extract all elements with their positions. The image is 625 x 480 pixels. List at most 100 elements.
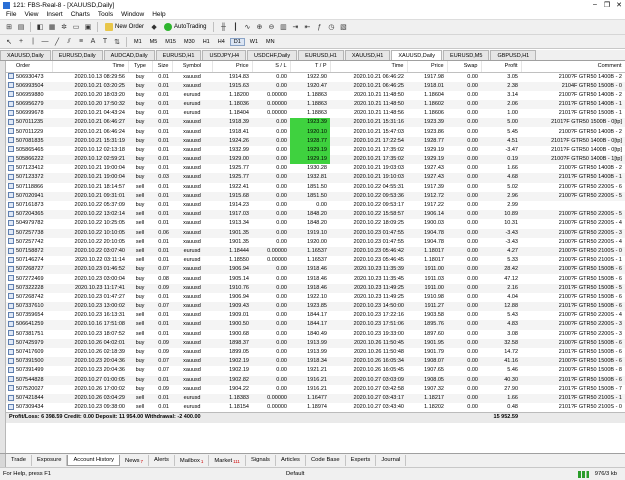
table-row[interactable]: 506956279 2020.10.20 17:50:32 buy 0.01 eurus… bbox=[6, 99, 625, 110]
fibonacci-icon[interactable]: ≡ bbox=[76, 37, 86, 47]
table-row[interactable]: 507011229 2020.10.21 06:46:24 buy 0.01 xauus… bbox=[6, 127, 625, 137]
chart-tab[interactable]: XAUUSD,Daily bbox=[391, 50, 443, 60]
new-chart-icon[interactable]: ⊞ bbox=[4, 22, 14, 32]
col-tp[interactable]: T / P bbox=[290, 61, 331, 73]
table-row[interactable]: 506930473 2020.10.13 08:29:56 buy 0.01 xauus… bbox=[6, 72, 625, 82]
table-row[interactable]: 507123412 2020.10.21 19:00:04 buy 0.01 xauus… bbox=[6, 164, 625, 173]
table-row[interactable]: 507417609 2020.10.26 02:18:39 buy 0.09 xauus… bbox=[6, 348, 625, 357]
col-close-price[interactable]: Price bbox=[407, 61, 448, 73]
tf-h1[interactable]: H1 bbox=[200, 39, 213, 45]
trendline-icon[interactable]: ╱ bbox=[52, 37, 62, 47]
channel-icon[interactable]: ⫽ bbox=[64, 37, 74, 47]
terminal-icon[interactable]: ▭ bbox=[71, 22, 81, 32]
table-row[interactable]: 507272469 2020.10.23 03:00:04 buy 0.08 xauus… bbox=[6, 274, 625, 283]
table-row[interactable]: 507268742 2020.10.23 01:47:27 buy 0.01 xauus… bbox=[6, 293, 625, 302]
terminal-tab[interactable]: Mailbox1 bbox=[175, 455, 210, 466]
table-row[interactable]: 507425979 2020.10.26 04:02:01 buy 0.09 xauus… bbox=[6, 338, 625, 348]
col-size[interactable]: Size bbox=[152, 61, 173, 73]
tf-h4[interactable]: H4 bbox=[215, 39, 228, 45]
chart-tab[interactable]: USDJPY,H4 bbox=[202, 50, 247, 60]
arrows-icon[interactable]: ⇅ bbox=[112, 37, 122, 47]
menu-charts[interactable]: Charts bbox=[67, 11, 94, 18]
table-row[interactable]: 504979782 2020.10.22 10:25:05 sell 0.01 xauu… bbox=[6, 219, 625, 228]
table-row[interactable]: 507204365 2020.10.22 13:02:14 sell 0.01 xauu… bbox=[6, 210, 625, 220]
chart-tab[interactable]: XAUUSD,H1 bbox=[344, 50, 391, 60]
table-row[interactable]: 505865465 2020.10.12 02:13:18 buy 0.01 xauus… bbox=[6, 145, 625, 155]
vertical-line-icon[interactable]: | bbox=[28, 37, 38, 47]
col-order[interactable]: Order bbox=[6, 61, 53, 73]
table-row[interactable]: 507257738 2020.10.22 10:10:05 sell 0.06 xauu… bbox=[6, 228, 625, 238]
terminal-tab[interactable]: Code Base bbox=[306, 455, 346, 466]
crosshair-icon[interactable]: + bbox=[16, 37, 26, 47]
col-open-time[interactable]: Time bbox=[52, 61, 129, 73]
table-row[interactable]: 507081835 2020.10.21 15:31:19 buy 0.01 xauus… bbox=[6, 136, 625, 146]
terminal-tab[interactable]: Account History bbox=[67, 455, 121, 466]
data-window-icon[interactable]: ▦ bbox=[47, 22, 57, 32]
col-profit[interactable]: Profit bbox=[481, 61, 522, 73]
table-row[interactable]: 507381751 2020.10.23 18:07:52 sell 0.01 xauu… bbox=[6, 330, 625, 339]
table-row[interactable]: 507544828 2020.10.27 01:00:05 buy 0.01 xauus… bbox=[6, 375, 625, 385]
table-row[interactable]: 506959880 2020.10.20 18:03:20 buy 0.01 eurus… bbox=[6, 91, 625, 100]
table-row[interactable]: 507391499 2020.10.23 20:04:36 buy 0.07 xauus… bbox=[6, 366, 625, 375]
horizontal-line-icon[interactable]: — bbox=[40, 37, 50, 47]
chart-tab[interactable]: USDCHF,Daily bbox=[247, 50, 298, 60]
table-row[interactable]: 507309434 2020.10.23 09:38:00 sell 0.01 euru… bbox=[6, 403, 625, 413]
close-icon[interactable]: ✕ bbox=[613, 1, 625, 9]
table-row[interactable]: 506993504 2020.10.21 03:20:25 buy 0.01 xauus… bbox=[6, 81, 625, 91]
menu-help[interactable]: Help bbox=[148, 11, 169, 18]
table-row[interactable]: 507146274 2020.10.22 03:11:14 sell 0.01 euru… bbox=[6, 256, 625, 265]
table-row[interactable]: 507118866 2020.10.21 18:14:57 sell 0.01 xauu… bbox=[6, 183, 625, 192]
table-row[interactable]: 507257742 2020.10.22 20:10:05 sell 0.01 xauu… bbox=[6, 238, 625, 247]
chart-tab[interactable]: EURUSD,Daily bbox=[51, 50, 103, 60]
terminal-tab[interactable]: Experts bbox=[346, 455, 377, 466]
table-row[interactable]: 506999678 2020.10.21 04:43:24 buy 0.01 eurus… bbox=[6, 109, 625, 118]
text-icon[interactable]: A bbox=[88, 37, 98, 47]
minimize-icon[interactable]: – bbox=[589, 1, 601, 9]
terminal-tab[interactable]: Signals bbox=[246, 455, 276, 466]
indicators-icon[interactable]: ƒ bbox=[314, 22, 324, 32]
zoom-in-icon[interactable]: ⊕ bbox=[254, 22, 264, 32]
table-row[interactable]: 506641259 2020.10.16 17:51:08 sell 0.01 xauu… bbox=[6, 320, 625, 330]
table-row[interactable]: 507359654 2020.10.23 16:13:31 sell 0.01 xauu… bbox=[6, 311, 625, 320]
table-row[interactable]: 507020941 2020.10.21 09:31:01 sell 0.01 xauu… bbox=[6, 191, 625, 201]
templates-icon[interactable]: ▧ bbox=[338, 22, 348, 32]
chart-tab[interactable]: XAUUSD,Daily bbox=[0, 50, 51, 60]
chart-shift-icon[interactable]: ⇤ bbox=[302, 22, 312, 32]
table-row[interactable]: 507337610 2020.10.23 13:00:02 buy 0.07 xauus… bbox=[6, 302, 625, 312]
line-chart-icon[interactable]: ∿ bbox=[242, 22, 252, 32]
terminal-tab[interactable]: Trade bbox=[6, 455, 32, 466]
tf-mn[interactable]: MN bbox=[263, 39, 278, 45]
navigator-icon[interactable]: ✲ bbox=[59, 22, 69, 32]
tile-windows-icon[interactable]: ▥ bbox=[278, 22, 288, 32]
chart-tab[interactable]: AUDCAD,Daily bbox=[103, 50, 155, 60]
tf-d1[interactable]: D1 bbox=[229, 37, 245, 46]
profiles-icon[interactable]: ▤ bbox=[16, 22, 26, 32]
chart-tab[interactable]: EURUSD,H1 bbox=[155, 50, 202, 60]
table-row[interactable]: 507391500 2020.10.23 20:04:36 buy 0.07 xauus… bbox=[6, 357, 625, 367]
chart-tab[interactable]: EURUSD,H1 bbox=[298, 50, 344, 60]
terminal-tab[interactable]: Alerts bbox=[149, 455, 175, 466]
table-row[interactable]: 507421844 2020.10.26 03:04:29 sell 0.01 euru… bbox=[6, 393, 625, 404]
table-row[interactable]: 507520027 2020.10.26 17:00:02 buy 0.09 xauus… bbox=[6, 385, 625, 394]
autoscroll-icon[interactable]: ⇥ bbox=[290, 22, 300, 32]
chart-tab[interactable]: GBPUSD,H1 bbox=[490, 50, 537, 60]
menu-window[interactable]: Window bbox=[117, 11, 148, 18]
bar-chart-icon[interactable]: ╫ bbox=[218, 22, 228, 32]
menu-tools[interactable]: Tools bbox=[94, 11, 117, 18]
table-row[interactable]: 507158872 2020.10.22 03:07:40 sell 0.01 euru… bbox=[6, 246, 625, 257]
menu-insert[interactable]: Insert bbox=[42, 11, 66, 18]
table-row[interactable]: 507322228 2020.10.23 11:17:41 buy 0.09 xauus… bbox=[6, 283, 625, 293]
menu-view[interactable]: View bbox=[20, 11, 42, 18]
table-row[interactable]: 507268727 2020.10.23 01:46:52 buy 0.07 xauus… bbox=[6, 265, 625, 275]
tf-m15[interactable]: M15 bbox=[162, 39, 179, 45]
terminal-tab[interactable]: News7 bbox=[120, 455, 150, 466]
table-row[interactable]: 507161873 2020.10.22 05:37:09 buy 0.01 xauus… bbox=[6, 201, 625, 210]
tf-m30[interactable]: M30 bbox=[181, 39, 198, 45]
label-icon[interactable]: T bbox=[100, 37, 110, 47]
cursor-icon[interactable]: ↖ bbox=[4, 37, 14, 47]
col-swap[interactable]: Swap bbox=[447, 61, 482, 73]
col-open-price[interactable]: Price bbox=[212, 61, 253, 73]
table-row[interactable]: 507123372 2020.10.21 19:00:04 buy 0.03 xauus… bbox=[6, 173, 625, 183]
candlestick-icon[interactable]: ┃ bbox=[230, 22, 240, 32]
col-comment[interactable]: Comment bbox=[521, 61, 625, 73]
